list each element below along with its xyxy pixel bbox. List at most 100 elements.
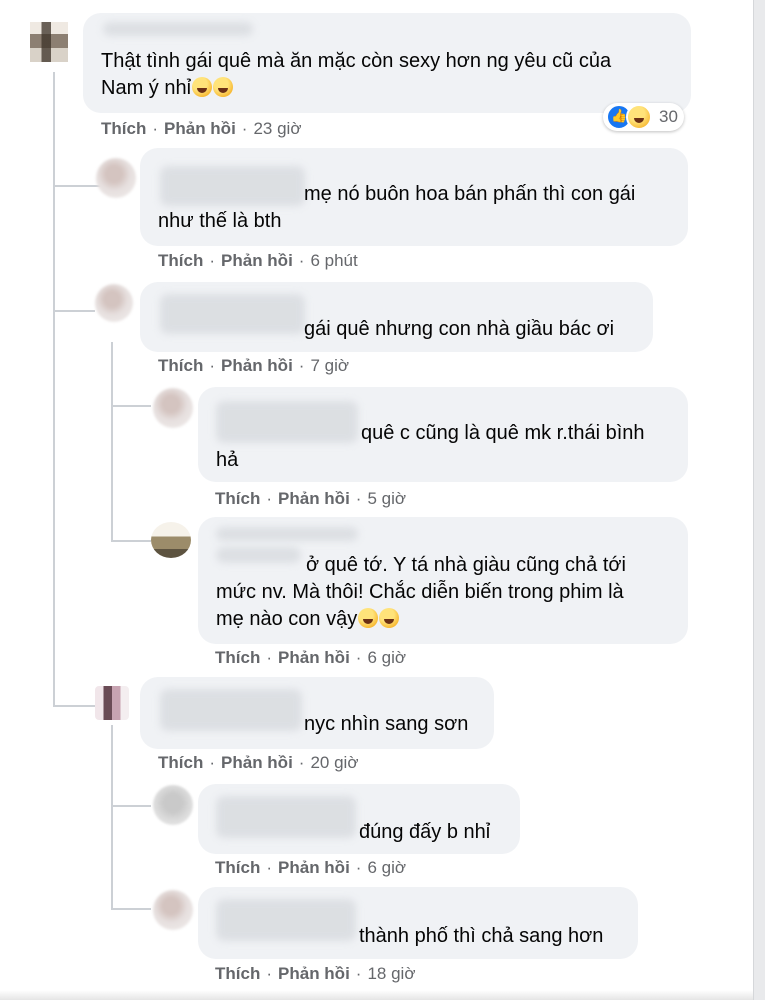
thread-line [111,342,113,542]
like-button[interactable]: Thích [101,119,146,139]
separator: · [209,251,216,270]
separator: · [266,964,273,983]
timestamp[interactable]: 20 giờ [310,753,358,773]
separator: · [298,356,305,375]
timestamp[interactable]: 6 giờ [367,648,406,668]
author-name-redacted[interactable] [216,796,356,838]
like-button[interactable]: Thích [215,648,260,668]
separator: · [298,251,305,270]
comment-bubble: Thật tình gái quê mà ăn mặc còn sexy hơn… [83,13,691,113]
reply-button[interactable]: Phản hồi [278,964,350,984]
like-button[interactable]: Thích [215,964,260,984]
comment-text-content: quê c cũng là quê mk r.thái bình hả [216,422,645,471]
thread-branch [111,540,151,542]
like-button[interactable]: Thích [158,251,203,271]
avatar[interactable] [95,284,133,322]
comment-actions: Thích · Phản hồi · 5 giờ [215,489,406,509]
separator: · [241,119,248,138]
separator: · [209,356,216,375]
comment-actions: Thích · Phản hồi · 18 giờ [215,964,415,984]
comment-actions: Thích · Phản hồi · 7 giờ [158,356,349,376]
timestamp[interactable]: 23 giờ [253,119,301,139]
avatar[interactable] [96,158,136,198]
timestamp[interactable]: 7 giờ [310,356,349,376]
comment-text-content: ở quê tớ. Y tá nhà giàu cũng chả tới mức… [216,554,626,630]
thread-branch [111,805,151,807]
reply-button[interactable]: Phản hồi [164,119,236,139]
comment-bubble: đúng đấy b nhỉ [198,784,520,854]
rofl-emoji-icon [213,77,234,97]
comment-text-content: thành phố thì chả sang hơn [359,925,604,947]
like-button[interactable]: Thích [158,356,203,376]
comment-text: quê c cũng là quê mk r.thái bình hả [216,420,645,474]
scrollbar[interactable] [753,0,765,1000]
grinning-sweat-emoji-icon [358,608,379,628]
author-name-redacted[interactable] [216,527,358,541]
avatar[interactable] [151,522,191,558]
reply-button[interactable]: Phản hồi [221,251,293,271]
separator: · [152,119,159,138]
reply-button[interactable]: Phản hồi [278,858,350,878]
comment-actions: Thích · Phản hồi · 6 giờ [215,648,406,668]
comment-text: thành phố thì chả sang hơn [359,923,603,950]
author-name-redacted[interactable] [216,899,356,941]
reply-button[interactable]: Phản hồi [278,648,350,668]
author-name-redacted[interactable] [160,689,302,731]
like-button[interactable]: Thích [215,489,260,509]
comment-text: nyc nhìn sang sơn [304,711,468,738]
separator: · [209,753,216,772]
comment-text-content: Thật tình gái quê mà ăn mặc còn sexy hơn… [101,50,612,99]
thread-branch [111,405,151,407]
thread-line [111,725,113,910]
timestamp[interactable]: 18 giờ [367,964,415,984]
comment-bubble: gái quê nhưng con nhà giầu bác ơi [140,282,653,352]
avatar[interactable] [153,890,193,930]
reply-button[interactable]: Phản hồi [278,489,350,509]
comment-actions: Thích · Phản hồi · 6 phút [158,251,358,271]
separator: · [266,489,273,508]
comment-text: đúng đấy b nhỉ [359,819,490,846]
comment-text-content: đúng đấy b nhỉ [359,821,491,843]
avatar[interactable] [153,388,193,428]
comment-text: ở quê tớ. Y tá nhà giàu cũng chả tới mức… [216,552,626,633]
thread-line [53,72,55,312]
separator: · [355,489,362,508]
comment-bubble: nyc nhìn sang sơn [140,677,494,749]
avatar[interactable] [30,22,68,62]
comment-thread: Thật tình gái quê mà ăn mặc còn sexy hơn… [0,0,754,1000]
author-name-redacted[interactable] [160,294,305,334]
thread-branch [111,908,151,910]
comment-bubble: quê c cũng là quê mk r.thái bình hả [198,387,688,482]
separator: · [355,964,362,983]
comment-actions: Thích · Phản hồi · 6 giờ [215,858,406,878]
like-button[interactable]: Thích [215,858,260,878]
thread-line [53,312,55,707]
thread-branch [53,310,95,312]
separator: · [266,648,273,667]
separator: · [355,648,362,667]
avatar[interactable] [95,686,129,720]
author-name-redacted[interactable] [103,22,253,36]
comment-text: mẹ nó buôn hoa bán phấn thì con gái như … [158,181,635,235]
haha-reaction-icon [626,104,652,130]
cropped-next-comment [0,990,754,1000]
comment-bubble: thành phố thì chả sang hơn [198,887,638,959]
avatar[interactable] [153,785,193,825]
reply-button[interactable]: Phản hồi [221,356,293,376]
comment-text: Thật tình gái quê mà ăn mặc còn sexy hơn… [101,48,611,102]
reaction-summary[interactable]: 30 [603,103,684,131]
separator: · [266,858,273,877]
timestamp[interactable]: 5 giờ [367,489,406,509]
comment-bubble: mẹ nó buôn hoa bán phấn thì con gái như … [140,148,688,246]
reply-button[interactable]: Phản hồi [221,753,293,773]
comment-actions: Thích · Phản hồi · 23 giờ [101,119,301,139]
rofl-emoji-icon [192,77,213,97]
thread-branch [53,705,95,707]
like-button[interactable]: Thích [158,753,203,773]
timestamp[interactable]: 6 giờ [367,858,406,878]
comment-text-content: mẹ nó buôn hoa bán phấn thì con gái như … [158,183,636,232]
comment-text-content: nyc nhìn sang sơn [304,713,469,735]
comment-bubble: ở quê tớ. Y tá nhà giàu cũng chả tới mức… [198,517,688,644]
timestamp[interactable]: 6 phút [310,251,357,271]
reaction-count: 30 [659,107,678,126]
